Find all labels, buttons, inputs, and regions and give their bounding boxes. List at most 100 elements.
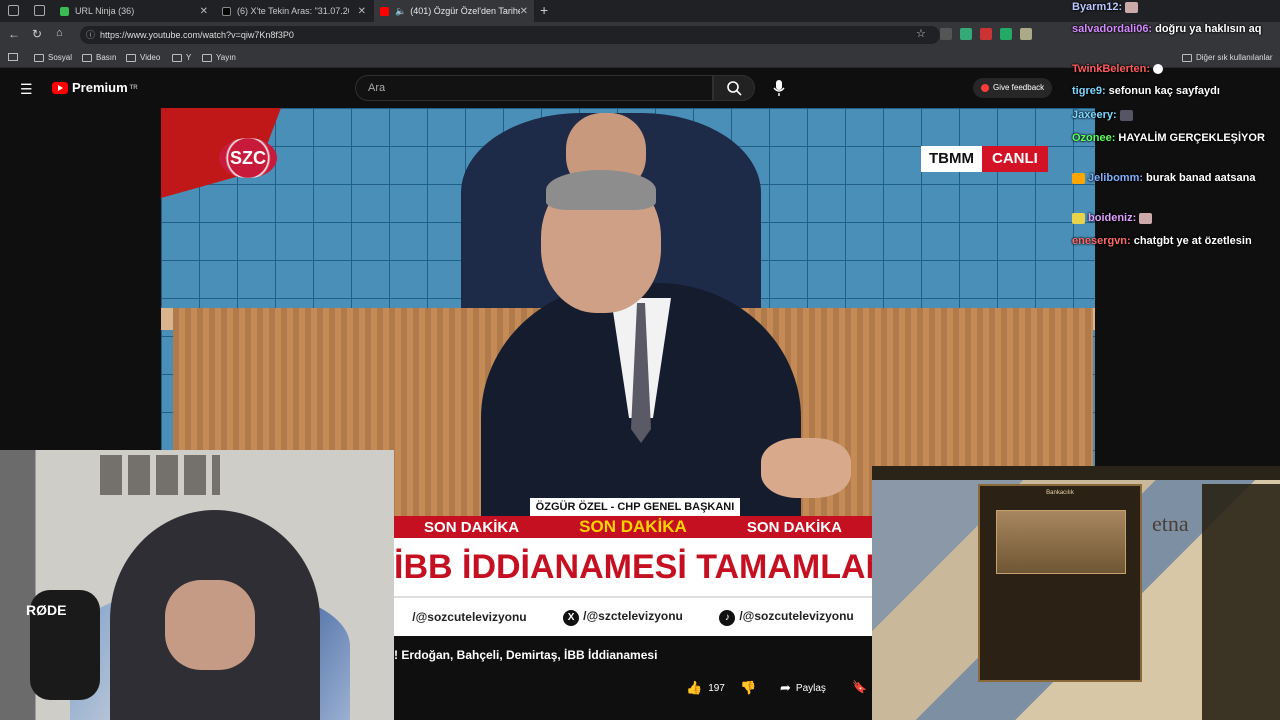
home-icon[interactable]: ⌂ xyxy=(56,27,63,39)
chat-text: HAYALİM GERÇEKLEŞİYOR xyxy=(1118,132,1265,144)
chat-message: salvadordali06: doğru ya haklısın aq xyxy=(1072,22,1278,36)
share-button[interactable]: ➦ Paylaş xyxy=(780,680,826,696)
chat-user: Ozonee: xyxy=(1072,132,1116,144)
emote-icon xyxy=(1119,109,1133,121)
emote-icon xyxy=(1125,1,1139,13)
logo-region: TR xyxy=(129,84,138,91)
favorite-star-icon[interactable]: ☆ xyxy=(916,27,926,40)
search-input[interactable]: Ara xyxy=(355,75,713,101)
logo-text: Premium xyxy=(72,80,128,95)
badge-icon xyxy=(1072,212,1085,224)
folder-icon xyxy=(202,53,212,62)
live-tag-live: CANLI xyxy=(982,146,1048,172)
microphone-icon[interactable] xyxy=(772,78,786,98)
youtube-logo[interactable]: Premium TR xyxy=(52,80,138,95)
chat-user: TwinkBelerten: xyxy=(1072,63,1151,75)
extension-icon[interactable] xyxy=(1020,28,1032,40)
youtube-favicon-icon xyxy=(380,6,389,16)
tab-url-ninja[interactable]: URL Ninja (36) ✕ xyxy=(54,0,214,22)
tab-title: (401) Özgür Özel'den Tarihe xyxy=(410,6,521,16)
chat-text: chatgbt ye at özetlesin xyxy=(1133,235,1252,247)
reload-icon[interactable]: ↻ xyxy=(32,27,42,41)
bookmark-folder-video[interactable]: Video xyxy=(126,53,160,62)
folder-icon xyxy=(82,53,92,62)
tab-youtube-video[interactable]: 🔈 (401) Özgür Özel'den Tarihe ✕ xyxy=(374,0,534,22)
folder-icon xyxy=(34,53,44,62)
chat-user: Jelibomm: xyxy=(1088,172,1144,184)
tab-x-post[interactable]: (6) X'te Tekin Aras: "31.07.2024 ta ✕ xyxy=(216,0,372,22)
chat-user: salvadordali06: xyxy=(1072,23,1153,35)
bookmark-icon: 🔖 xyxy=(852,680,867,694)
bookmark-folder-sosyal[interactable]: Sosyal xyxy=(34,53,72,62)
tab-close-icon[interactable]: ✕ xyxy=(200,6,208,17)
x-logo-icon: X xyxy=(563,609,580,626)
streamer-face xyxy=(165,580,255,670)
badge-icon xyxy=(1072,172,1085,184)
bookmark-folder-yayin[interactable]: Yayın xyxy=(202,53,236,62)
tab-favicon-icon xyxy=(60,6,69,16)
back-icon[interactable]: ← xyxy=(8,27,20,41)
emote-icon xyxy=(1139,212,1153,224)
chat-message: Jelibomm: burak banad aatsana xyxy=(1072,171,1278,185)
game-event-panel: Bankacılık xyxy=(978,484,1142,682)
live-tag-location: TBMM xyxy=(921,146,982,172)
bookmark-label: Yayın xyxy=(216,53,236,62)
bookmark-folder-basin[interactable]: Basın xyxy=(82,53,116,62)
reading-list-icon[interactable] xyxy=(8,53,18,61)
social-handle: /@sozcutelevizyonu xyxy=(412,610,527,624)
social-handle: ♪/@sozcutelevizyonu xyxy=(719,609,854,626)
chat-message: TwinkBelerten: xyxy=(1072,62,1278,76)
extension-icon[interactable] xyxy=(960,28,972,40)
new-tab-icon[interactable]: + xyxy=(540,2,548,18)
chat-user: enesergvn: xyxy=(1072,235,1131,247)
chat-user: Byarm12: xyxy=(1072,1,1123,13)
tab-title: URL Ninja (36) xyxy=(75,6,135,16)
dislike-button[interactable]: 👎 xyxy=(740,680,756,696)
game-toolbar xyxy=(872,466,1280,480)
chat-text: burak banad aatsana xyxy=(1146,172,1256,184)
breaking-label: SON DAKİKA xyxy=(746,518,842,536)
webcam-overlay: RØDE xyxy=(0,450,394,720)
lower-third-name: ÖZGÜR ÖZEL - CHP GENEL BAŞKANI xyxy=(530,498,740,516)
menu-icon[interactable]: ☰ xyxy=(20,81,33,98)
bookmark-label: Video xyxy=(140,53,161,62)
chat-message: enesergvn: chatgbt ye at özetlesin xyxy=(1072,234,1278,248)
extension-icon[interactable] xyxy=(940,28,952,40)
speaker-icon[interactable]: 🔈 xyxy=(395,6,406,17)
feedback-label: Give feedback xyxy=(993,83,1045,92)
tab-close-icon[interactable]: ✕ xyxy=(520,6,528,17)
wall-frames xyxy=(100,455,220,495)
like-count: 197 xyxy=(708,682,725,694)
search-button[interactable] xyxy=(713,75,755,101)
extension-icon[interactable] xyxy=(1000,28,1012,40)
like-button[interactable]: 👍 197 xyxy=(686,680,725,696)
social-handles-bar: /@sozcutelevizyonu X/@szctelevizyonu ♪/@… xyxy=(394,596,872,636)
bookmark-label: Basın xyxy=(96,53,117,62)
chat-text: doğru ya haklısın aq xyxy=(1155,23,1262,35)
folder-icon xyxy=(126,53,136,62)
address-bar[interactable]: ⓘ https://www.youtube.com/watch?v=qiw7Kn… xyxy=(80,26,940,44)
save-button[interactable]: 🔖 xyxy=(852,680,867,694)
workspaces-icon[interactable] xyxy=(8,5,19,16)
give-feedback-button[interactable]: Give feedback xyxy=(973,78,1053,98)
thumbs-up-icon: 👍 xyxy=(686,680,703,695)
event-image xyxy=(996,510,1126,574)
feedback-icon xyxy=(981,84,989,92)
video-title: ! Erdoğan, Bahçeli, Demirtaş, İBB İddian… xyxy=(394,648,658,662)
news-headline: İBB İDDİANAMESİ TAMAMLANDI xyxy=(394,538,872,596)
game-overlay: etna Bankacılık xyxy=(872,466,1280,720)
live-tag: TBMM CANLI xyxy=(921,146,1048,172)
tab-actions-icon[interactable] xyxy=(34,5,45,16)
site-info-icon[interactable]: ⓘ xyxy=(86,26,95,44)
event-title: Bankacılık xyxy=(1046,490,1074,496)
social-handle: X/@szctelevizyonu xyxy=(563,609,683,626)
share-icon: ➦ xyxy=(780,680,791,695)
tiktok-logo-icon: ♪ xyxy=(719,609,736,626)
breaking-label: SON DAKİKA xyxy=(579,517,687,536)
emote-icon xyxy=(1153,64,1164,75)
extension-icon[interactable] xyxy=(980,28,992,40)
youtube-play-icon xyxy=(52,81,68,94)
search-placeholder: Ara xyxy=(368,82,386,94)
bookmark-folder-y[interactable]: Y xyxy=(172,53,191,62)
tab-close-icon[interactable]: ✕ xyxy=(358,6,366,17)
